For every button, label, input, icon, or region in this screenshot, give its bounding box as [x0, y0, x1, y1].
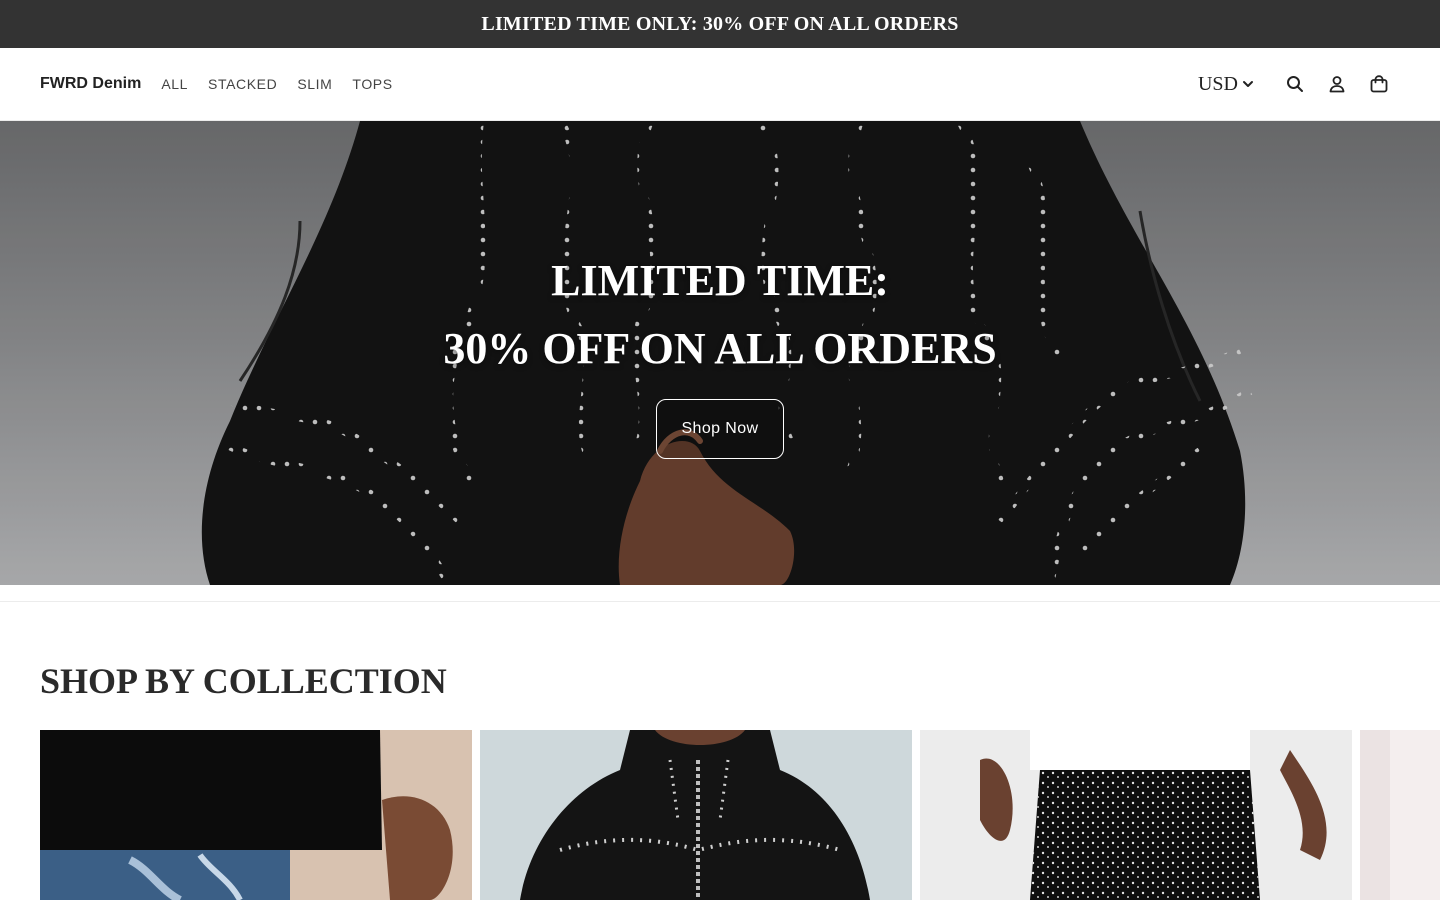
- cart-button[interactable]: [1358, 66, 1400, 102]
- announcement-text: LIMITED TIME ONLY: 30% OFF ON ALL ORDERS: [481, 12, 959, 35]
- collection-card[interactable]: [40, 730, 472, 900]
- nav-item-all[interactable]: ALL: [161, 76, 188, 92]
- currency-selector[interactable]: USD: [1198, 73, 1254, 96]
- hero-content: LIMITED TIME: 30% OFF ON ALL ORDERS Shop…: [0, 121, 1440, 585]
- nav-item-tops[interactable]: TOPS: [352, 76, 392, 92]
- chevron-down-icon: [1243, 81, 1253, 87]
- account-button[interactable]: [1316, 66, 1358, 102]
- collection-card[interactable]: [1360, 730, 1440, 900]
- search-icon: [1287, 76, 1303, 92]
- collection-image: [920, 730, 1352, 900]
- currency-label: USD: [1197, 72, 1238, 95]
- cart-icon: [1370, 75, 1388, 93]
- account-icon: [1329, 76, 1345, 93]
- announcement-bar: LIMITED TIME ONLY: 30% OFF ON ALL ORDERS: [0, 0, 1440, 48]
- nav-item-stacked[interactable]: STACKED: [208, 76, 277, 92]
- hero-banner: LIMITED TIME: 30% OFF ON ALL ORDERS Shop…: [0, 121, 1440, 585]
- collection-image: [40, 730, 472, 900]
- section-divider: [0, 601, 1440, 602]
- collection-image: [480, 730, 912, 900]
- section-title: SHOP BY COLLECTION: [40, 661, 447, 701]
- search-button[interactable]: [1274, 66, 1316, 102]
- hero-title-line-1: LIMITED TIME:: [551, 256, 889, 305]
- hero-title-line-2: 30% OFF ON ALL ORDERS: [443, 324, 997, 373]
- header-actions: USD: [1198, 66, 1400, 102]
- collection-card[interactable]: [920, 730, 1352, 900]
- logo[interactable]: FWRD Denim: [40, 75, 141, 93]
- nav-item-slim[interactable]: SLIM: [297, 76, 332, 92]
- collection-card[interactable]: [480, 730, 912, 900]
- main-nav: ALL STACKED SLIM TOPS: [161, 76, 392, 92]
- collection-image: [1360, 730, 1440, 900]
- site-header: FWRD Denim ALL STACKED SLIM TOPS USD: [0, 48, 1440, 121]
- hero-title: LIMITED TIME: 30% OFF ON ALL ORDERS: [443, 247, 996, 383]
- shop-now-button[interactable]: Shop Now: [656, 399, 784, 459]
